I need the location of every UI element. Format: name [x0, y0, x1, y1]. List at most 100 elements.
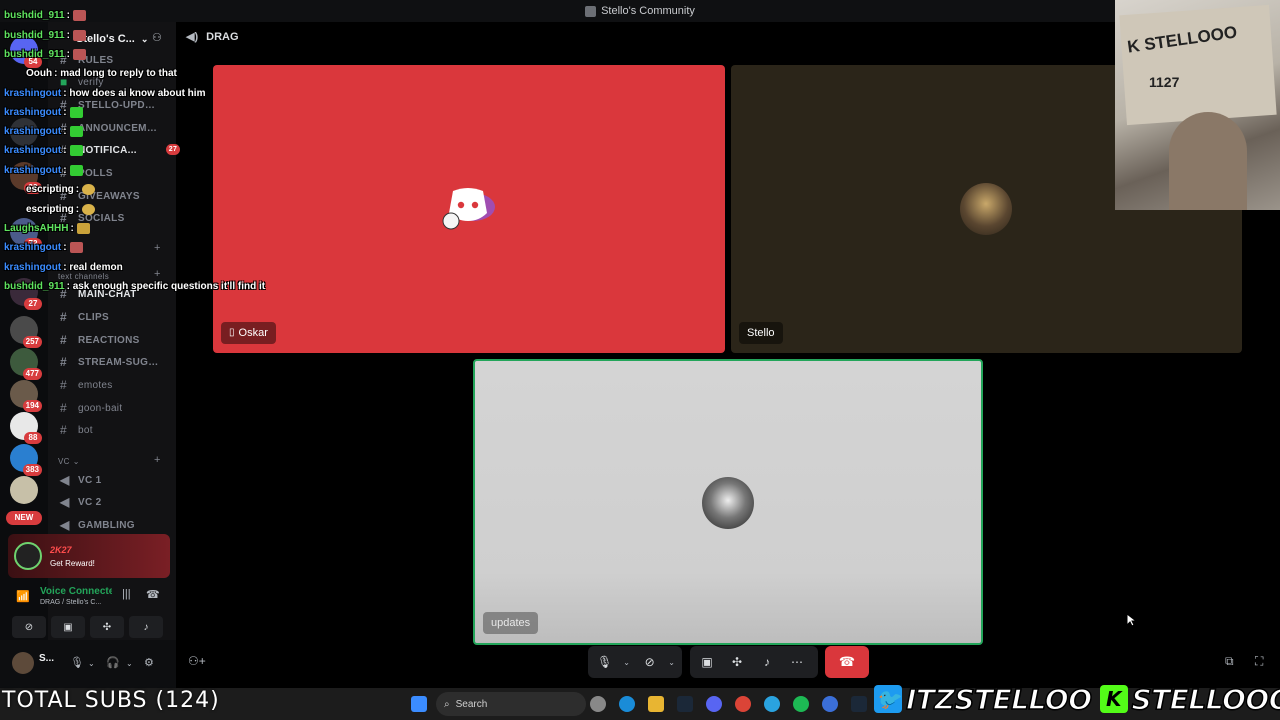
add-people-icon[interactable]: ⚇+ [188, 654, 206, 668]
webcam-overlay: K STELLOOO 1127 [1115, 0, 1280, 210]
camera-off-button[interactable]: ⊘ [12, 616, 46, 638]
screen-share-icon[interactable]: ▣ [696, 655, 718, 669]
new-badge: NEW [6, 511, 42, 525]
mic-icon[interactable]: 🎙 [594, 655, 615, 669]
reward-progress-ring [14, 542, 42, 570]
chevron-down-icon[interactable]: ⌄ [126, 659, 133, 668]
chevron-down-icon[interactable]: ⌄ [623, 658, 631, 667]
soundboard-button[interactable]: ♪ [129, 616, 163, 638]
channel-goon-bait[interactable]: # goon-bait [60, 398, 170, 418]
participant-name: Oskar [238, 327, 268, 339]
more-icon[interactable]: ⋯ [786, 655, 808, 669]
kick-logo-icon: K [1099, 685, 1128, 713]
speaker-icon: ◀) [186, 31, 199, 43]
server-icon-9[interactable]: 88 [10, 412, 42, 444]
voice-status[interactable]: Voice Connected [40, 586, 112, 597]
add-channel-icon[interactable]: + [154, 242, 160, 254]
participant-name-tag: ▯ Oskar [221, 322, 276, 344]
total-subs-overlay: TOTAL SUBS (124) [2, 688, 220, 713]
hash-icon: # [60, 423, 67, 437]
taskbar-app-icon[interactable] [822, 696, 838, 712]
headphones-icon[interactable]: 🎧 [106, 656, 120, 669]
camera-off-icon[interactable]: ⊘ [639, 655, 660, 669]
windows-start-icon[interactable] [411, 696, 427, 712]
voice-channel-vc1[interactable]: ◀ VC 1 [60, 470, 170, 490]
chevron-down-icon[interactable]: ⌄ [88, 659, 95, 668]
server-icon-7[interactable]: 477 [10, 348, 42, 380]
add-channel-icon[interactable]: + [154, 268, 160, 280]
screen-share-button[interactable]: ▣ [51, 616, 85, 638]
reward-brand: 2K27 [50, 544, 72, 555]
server-icon-11[interactable] [10, 476, 38, 504]
streamer-figure [1169, 112, 1247, 210]
reward-label: Get Reward! [50, 558, 95, 568]
unread-badge: 27 [166, 144, 180, 155]
participant-name: updates [491, 617, 531, 629]
emote-image [69, 107, 83, 118]
voice-status-panel: 📶 Voice Connected DRAG / Stello's C... |… [8, 582, 170, 640]
disconnect-button[interactable]: ☎ [825, 646, 869, 678]
server-icon-6[interactable]: 257 [10, 316, 42, 348]
chat-line: escripting: [26, 184, 96, 195]
chevron-down-icon[interactable]: ⌄ [668, 658, 676, 667]
participant-name-tag: updates [483, 612, 539, 634]
participant-tile-oskar[interactable]: ▯ Oskar [213, 65, 725, 353]
file-explorer-icon[interactable] [648, 696, 664, 712]
chat-line: krashingout: [4, 165, 83, 176]
emote-image [72, 49, 86, 60]
soundboard-icon[interactable]: ♪ [756, 655, 778, 669]
telegram-icon[interactable] [764, 696, 780, 712]
server-icon-8[interactable]: 194 [10, 380, 42, 412]
discord-icon[interactable] [706, 696, 722, 712]
chat-line: krashingout: real demon [4, 262, 123, 273]
disconnect-icon[interactable]: ☎ [146, 588, 160, 601]
taskbar-search[interactable]: ⌕ Search [436, 692, 586, 716]
social-handles-overlay: 🐦 ITZSTELLOO K STELLOOO [874, 682, 1280, 716]
chat-line: escripting: [26, 204, 96, 215]
search-icon: ⌕ [444, 698, 450, 710]
edge-icon[interactable] [619, 696, 635, 712]
chrome-icon[interactable] [735, 696, 751, 712]
steam-icon[interactable] [851, 696, 867, 712]
mobile-icon: ▯ [229, 327, 235, 338]
chat-line: bushdid_911: [4, 10, 86, 21]
chat-line: krashingout: [4, 107, 83, 118]
spotify-icon[interactable] [793, 696, 809, 712]
signal-icon[interactable]: 📶 [16, 590, 30, 603]
participant-name: Stello [747, 327, 775, 339]
fullscreen-icon[interactable]: ⛶ [1255, 654, 1263, 669]
user-name[interactable]: S... [39, 653, 54, 664]
popout-icon[interactable]: ⧉ [1225, 654, 1234, 669]
reward-card[interactable]: 2K27 Get Reward! [8, 534, 170, 578]
channel-emotes[interactable]: # emotes [60, 375, 170, 395]
activities-icon[interactable]: ✣ [726, 655, 748, 669]
steam-icon[interactable] [677, 696, 693, 712]
channel-bot[interactable]: # bot [60, 420, 170, 440]
server-icon-10[interactable]: 383 [10, 444, 42, 476]
channel-clips[interactable]: # CLIPS [60, 307, 170, 327]
mention-badge: 257 [22, 336, 42, 348]
channel-reactions[interactable]: # REACTIONS [60, 330, 170, 350]
gear-icon[interactable]: ⚙ [144, 656, 154, 669]
user-avatar[interactable] [12, 652, 34, 674]
mention-badge: 477 [22, 368, 42, 380]
activities-button[interactable]: ✣ [90, 616, 124, 638]
user-panel: S... 🎙 ⌄ 🎧 ⌄ ⚙ [0, 640, 176, 688]
noise-suppression-icon[interactable]: ||| [122, 588, 131, 600]
participant-tile-updates[interactable]: updates [473, 359, 983, 645]
hash-icon: # [60, 355, 67, 369]
add-member-icon[interactable]: ⚇ [152, 31, 162, 44]
emote-image [72, 10, 86, 21]
category-vc[interactable]: VC ⌄ [58, 451, 168, 471]
add-channel-icon[interactable]: + [154, 454, 160, 466]
taskbar-app-icon[interactable] [590, 696, 606, 712]
window-title: Stello's Community [601, 5, 695, 17]
mic-icon[interactable]: 🎙 [70, 656, 84, 669]
voice-location[interactable]: DRAG / Stello's C... [40, 599, 101, 606]
voice-channel-vc2[interactable]: ◀ VC 2 [60, 492, 170, 512]
channel-stream-suggestions[interactable]: # STREAM-SUGG... [60, 352, 170, 372]
emote-image [82, 184, 96, 195]
voice-channel-gambling[interactable]: ◀ GAMBLING [60, 515, 170, 535]
soundboard-icon: ♪ [143, 621, 149, 633]
hash-icon: # [60, 378, 67, 392]
